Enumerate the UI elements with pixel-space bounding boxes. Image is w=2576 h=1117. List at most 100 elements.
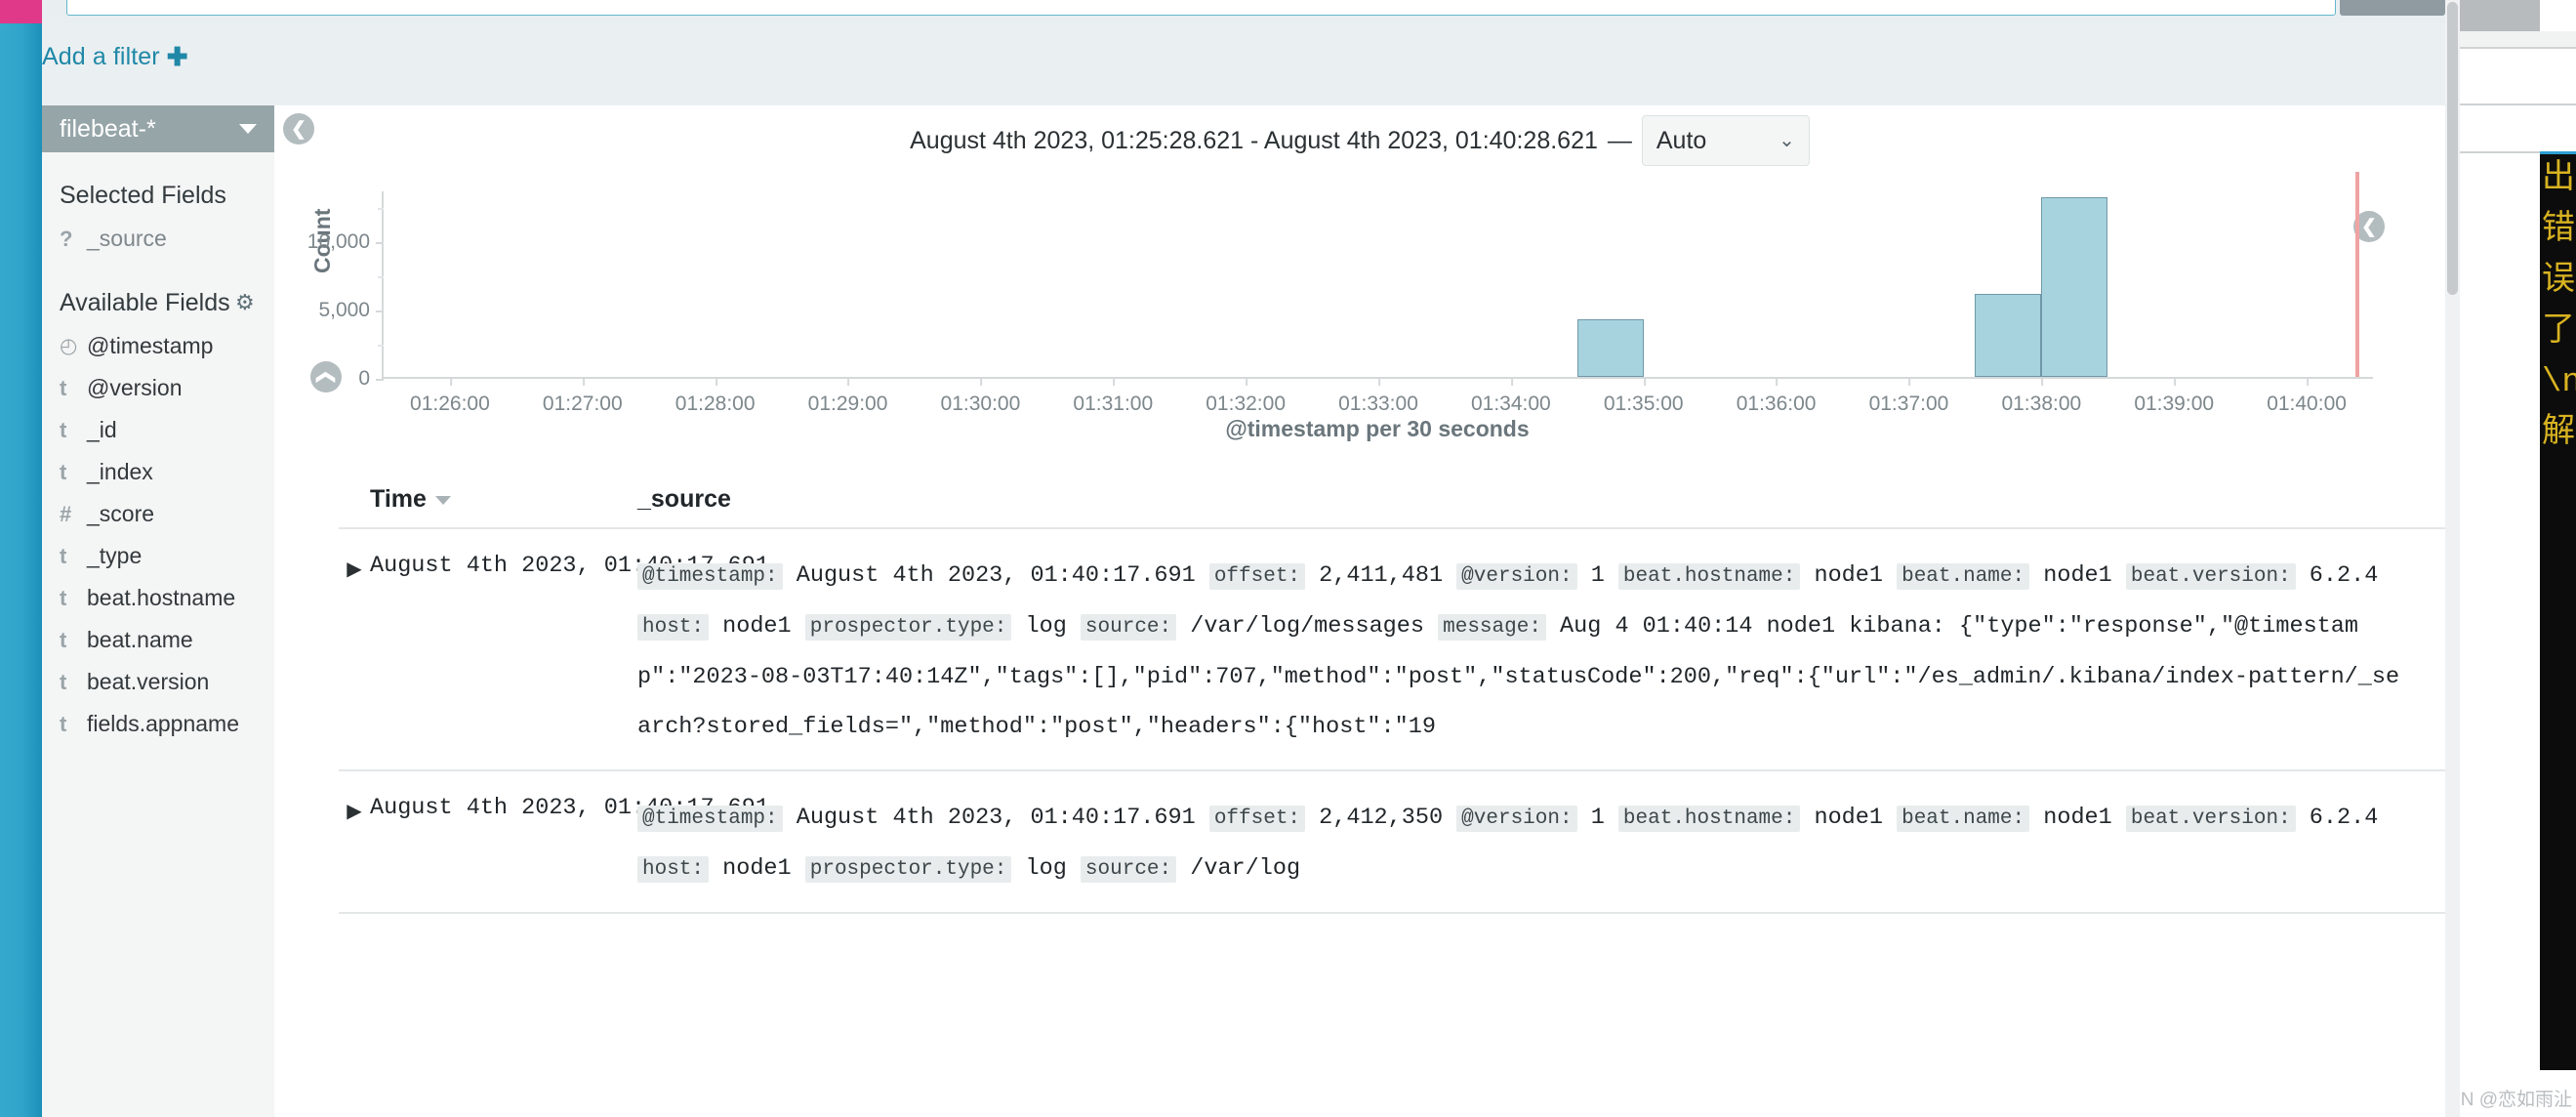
- field-item-index[interactable]: t _index: [42, 451, 274, 493]
- column-header-source[interactable]: _source: [637, 485, 2445, 514]
- expand-row-icon[interactable]: ▶: [339, 793, 370, 894]
- table-body: ▶ August 4th 2023, 01:40:17.691 @timestamp…: [339, 529, 2445, 914]
- search-button[interactable]: [2340, 0, 2445, 16]
- field-name-label: beat.hostname: [87, 585, 236, 610]
- search-input[interactable]: [66, 0, 2336, 16]
- add-filter-button[interactable]: Add a filter ✚: [42, 41, 188, 71]
- string-type-icon: t: [60, 585, 67, 610]
- selected-fields-title: Selected Fields: [60, 182, 226, 209]
- field-item-id[interactable]: t _id: [42, 409, 274, 451]
- page-scrollbar[interactable]: [2445, 0, 2460, 1117]
- discover-main-panel: ❮ ❮ ❮ August 4th 2023, 01:25:28.621 - Au…: [274, 105, 2445, 1117]
- background-window-strip: 出错误了，\n解 N @恋如雨沚: [2460, 0, 2576, 1117]
- index-pattern-selector[interactable]: filebeat-*: [42, 105, 274, 152]
- filter-bar: Add a filter ✚: [42, 23, 2445, 105]
- field-item-beat-name[interactable]: t beat.name: [42, 619, 274, 661]
- field-name-label: _index: [87, 459, 153, 484]
- clock-type-icon: ◴: [60, 335, 78, 357]
- source-field-key: host:: [637, 856, 710, 883]
- documents-table: Time _source ▶ August 4th 2023, 01:40:17.…: [339, 471, 2445, 1117]
- add-filter-label: Add a filter: [42, 43, 160, 70]
- source-field-value: 6.2.4: [2309, 805, 2379, 831]
- chevron-down-icon: [239, 124, 257, 134]
- table-header-row: Time _source: [339, 471, 2445, 529]
- source-field-key: prospector.type:: [804, 614, 1012, 641]
- x-axis-tick-label: 01:35:00: [1604, 377, 1684, 416]
- source-field-key: beat.hostname:: [1617, 806, 1801, 832]
- source-field-value: node1: [722, 613, 792, 640]
- field-item-_source[interactable]: ? _source: [42, 218, 274, 260]
- histogram-bar[interactable]: [1975, 293, 2042, 377]
- field-sidebar: filebeat-* Selected Fields ? _source Ava…: [42, 105, 274, 1117]
- time-range-dash: —: [1607, 126, 1632, 154]
- histogram-bar[interactable]: [1576, 319, 1644, 377]
- field-name-label: _source: [87, 226, 167, 251]
- x-axis-tick-label: 01:26:00: [410, 377, 490, 416]
- x-axis-tick-label: 01:34:00: [1471, 377, 1551, 416]
- x-axis-tick-label: 01:28:00: [675, 377, 756, 416]
- field-item-beat-version[interactable]: t beat.version: [42, 661, 274, 703]
- number-type-icon: #: [60, 501, 72, 526]
- x-axis-tick-label: 01:29:00: [808, 377, 887, 416]
- field-name-label: @timestamp: [87, 333, 214, 358]
- source-field-value: 6.2.4: [2309, 562, 2379, 589]
- plus-icon: ✚: [166, 42, 188, 71]
- source-field-key: beat.name:: [1897, 806, 2030, 832]
- histogram-chart[interactable]: Count 0 5,000 10,000 01:26:00 01:27:00 01:28:…: [274, 172, 2445, 441]
- source-field-value: log: [1025, 855, 1067, 882]
- x-axis-tick-label: 01:32:00: [1206, 377, 1286, 416]
- field-item-version[interactable]: t @version: [42, 367, 274, 409]
- x-axis-tick-label: 01:37:00: [1869, 377, 1948, 416]
- gear-icon[interactable]: ⚙: [235, 292, 257, 313]
- table-row[interactable]: ▶ August 4th 2023, 01:40:17.691 @timestamp…: [339, 529, 2445, 771]
- field-item-timestamp[interactable]: ◴ @timestamp: [42, 325, 274, 367]
- interval-selector[interactable]: Auto ⌄: [1641, 115, 1810, 166]
- sort-desc-icon[interactable]: [434, 495, 451, 505]
- table-row[interactable]: ▶ August 4th 2023, 01:40:17.691 @timestamp…: [339, 771, 2445, 914]
- available-fields-heading: Available Fields ⚙: [42, 260, 274, 317]
- field-item-type[interactable]: t _type: [42, 535, 274, 577]
- chevron-down-icon: ⌄: [1779, 130, 1795, 151]
- histogram-bar[interactable]: [2041, 196, 2108, 377]
- source-field-key: @timestamp:: [637, 563, 783, 590]
- x-axis-tick-label: 01:40:00: [2267, 377, 2347, 416]
- background-divider: [2460, 47, 2576, 49]
- field-item-beat-hostname[interactable]: t beat.hostname: [42, 577, 274, 619]
- expand-row-icon[interactable]: ▶: [339, 551, 370, 752]
- source-field-value: 1: [1590, 805, 1605, 831]
- column-header-time-label: Time: [370, 485, 427, 513]
- background-panel-block: [2460, 31, 2576, 47]
- available-fields-list: ◴ @timestamp t @version t _id t _index #…: [42, 325, 274, 745]
- source-field-value: 1: [1590, 562, 1605, 589]
- source-field-key: beat.version:: [2125, 563, 2296, 590]
- source-field-key: source:: [1080, 614, 1177, 641]
- y-axis-minor-tick: [378, 208, 384, 211]
- field-name-label: fields.appname: [87, 711, 239, 736]
- source-field-key: beat.version:: [2125, 806, 2296, 832]
- source-field-value: August 4th 2023, 01:40:17.691: [796, 562, 1196, 589]
- row-source-cell: @timestamp: August 4th 2023, 01:40:17.69…: [637, 793, 2445, 894]
- source-field-value: August 4th 2023, 01:40:17.691: [796, 805, 1196, 831]
- string-type-icon: t: [60, 669, 67, 694]
- source-field-key: host:: [637, 614, 710, 641]
- field-item-score[interactable]: # _score: [42, 493, 274, 535]
- source-field-value: node1: [2043, 805, 2112, 831]
- current-time-marker: [2354, 172, 2359, 377]
- source-field-key: beat.hostname:: [1617, 563, 1801, 590]
- app-global-nav-rail[interactable]: [0, 23, 42, 1117]
- scrollbar-thumb[interactable]: [2447, 2, 2458, 295]
- x-axis-tick-label: 01:38:00: [2001, 377, 2081, 416]
- row-time-cell: August 4th 2023, 01:40:17.691: [370, 553, 769, 579]
- column-header-time[interactable]: Time: [339, 485, 637, 514]
- kibana-discover-app: Add a filter ✚ filebeat-* Selected Fields…: [0, 0, 2576, 1117]
- x-axis-tick-label: 01:30:00: [941, 377, 1020, 416]
- field-item-fields-appname[interactable]: t fields.appname: [42, 703, 274, 745]
- source-field-key: source:: [1080, 856, 1177, 883]
- app-rail-pink-accent: [0, 0, 42, 23]
- selected-fields-heading: Selected Fields: [42, 152, 274, 210]
- string-type-icon: t: [60, 459, 67, 484]
- histogram-plot-area[interactable]: 0 5,000 10,000 01:26:00 01:27:00 01:28:00 01:2…: [307, 172, 2373, 415]
- string-type-icon: t: [60, 711, 67, 736]
- time-range-label[interactable]: August 4th 2023, 01:25:28.621 - August 4…: [910, 127, 1598, 155]
- field-name-label: _id: [87, 417, 117, 442]
